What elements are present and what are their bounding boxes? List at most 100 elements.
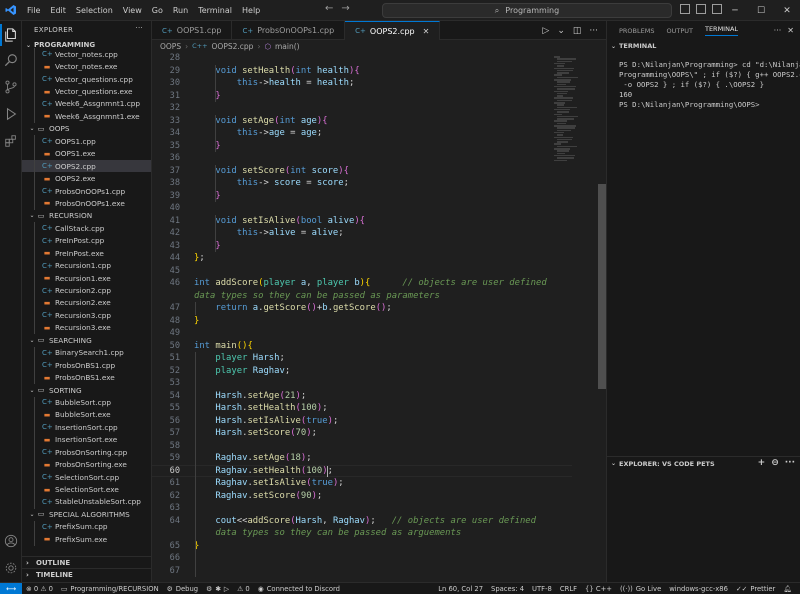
code-line[interactable]: player Harsh; — [194, 352, 284, 365]
file-item[interactable]: C+ OOPS1.cpp — [22, 135, 151, 147]
file-item[interactable]: C+ ProbsOnSorting.cpp — [22, 446, 151, 458]
manage-gear-icon[interactable] — [3, 560, 19, 576]
terminal-output[interactable]: PS D:\Nilanjan\Programming> cd "d:\Nilan… — [619, 60, 800, 110]
code-line[interactable]: Raghav.setHealth(100); — [194, 465, 333, 478]
toggle-sidebar-icon[interactable] — [680, 4, 690, 14]
folder-item[interactable]: ⌄ ▭ SPECIAL ALGORITHMS — [22, 508, 151, 520]
close-tab-icon[interactable]: ✕ — [423, 27, 430, 36]
problems-status[interactable]: ⊗ 0 ⚠ 0 — [22, 585, 57, 593]
folder-item[interactable]: ⌄ ▭ RECURSION — [22, 210, 151, 222]
debug-status[interactable]: ⚙ Debug — [163, 585, 202, 593]
code-line[interactable]: }; — [194, 252, 205, 265]
split-editor-icon[interactable]: ◫ — [573, 26, 582, 36]
code-line[interactable]: } — [194, 190, 220, 203]
indentation[interactable]: Spaces: 4 — [487, 585, 528, 593]
file-item[interactable]: C+ OOPS2.cpp — [22, 159, 151, 173]
tab-oops1-cpp[interactable]: C+ OOPS1.cpp — [152, 21, 233, 40]
folder-item[interactable]: ⌄ ▭ SORTING — [22, 384, 151, 396]
menu-item-run[interactable]: Run — [168, 0, 193, 21]
back-arrow-icon[interactable]: ← — [325, 3, 333, 14]
prettier-status[interactable]: ✓✓ Prettier — [732, 585, 779, 593]
code-line[interactable]: data types so they can be passed as argu… — [194, 527, 461, 540]
customize-layout-icon[interactable] — [712, 4, 722, 14]
command-center-search[interactable]: ⌕ Programming — [382, 3, 672, 18]
code-line[interactable]: Harsh.setScore(70); — [194, 427, 317, 440]
discord-status[interactable]: ◉ Connected to Discord — [254, 585, 344, 593]
file-item[interactable]: ▬ Recursion2.exe — [22, 297, 151, 309]
run-debug-icon[interactable] — [3, 106, 19, 122]
extensions-icon[interactable] — [3, 133, 19, 149]
code-line[interactable]: Harsh.setIsAlive(true); — [194, 415, 338, 428]
add-pet-icon[interactable]: + — [758, 458, 766, 468]
file-item[interactable]: C+ ProbsOnOOPs1.cpp — [22, 185, 151, 197]
tab-terminal[interactable]: TERMINAL — [704, 25, 739, 36]
tab-problems[interactable]: PROBLEMS — [619, 27, 654, 35]
build-status[interactable]: ⚙ ✱ ▷ — [202, 585, 233, 593]
timeline-section[interactable]: › TIMELINE — [22, 568, 151, 580]
forward-arrow-icon[interactable]: → — [341, 3, 349, 14]
go-live-button[interactable]: ((·)) Go Live — [616, 585, 665, 593]
explorer-icon[interactable] — [3, 27, 19, 43]
file-item[interactable]: C+ Week6_Assgnmnt1.cpp — [22, 98, 151, 110]
tab-probsonoops1-cpp[interactable]: C+ ProbsOnOOPs1.cpp — [232, 21, 346, 40]
outline-section[interactable]: › OUTLINE — [22, 556, 151, 568]
code-line[interactable]: Raghav.setAge(18); — [194, 452, 311, 465]
code-editor[interactable]: 28 29 30 31 32 33 34 35 36 37 38 39 40 41 42 43 44 45 46 47… — [152, 52, 606, 582]
code-line[interactable]: } — [194, 90, 220, 103]
file-item[interactable]: ▬ OOPS1.exe — [22, 148, 151, 160]
file-item[interactable]: ▬ Vector_notes.exe — [22, 60, 151, 72]
close-panel-icon[interactable]: ✕ — [787, 26, 794, 35]
file-item[interactable]: C+ Recursion2.cpp — [22, 284, 151, 296]
remote-indicator-icon[interactable]: ⟷ — [0, 582, 22, 594]
menu-item-view[interactable]: View — [118, 0, 147, 21]
terminal-section-header[interactable]: ⌄ TERMINAL — [607, 40, 800, 52]
account-icon[interactable] — [3, 533, 19, 549]
language-mode[interactable]: {} C++ — [581, 585, 616, 593]
code-line[interactable]: return a.getScore()+b.getScore(); — [194, 302, 391, 315]
minimap[interactable] — [554, 52, 594, 582]
file-item[interactable]: C+ Recursion1.cpp — [22, 259, 151, 271]
folder-item[interactable]: ⌄ ▭ OOPS — [22, 123, 151, 135]
more-actions-icon[interactable]: ··· — [589, 26, 598, 36]
breadcrumb-file[interactable]: OOPS2.cpp — [212, 42, 254, 51]
editor-scrollbar-thumb[interactable] — [598, 184, 606, 389]
code-line[interactable]: this-> score = score; — [194, 177, 349, 190]
more-actions-icon[interactable]: ··· — [774, 26, 782, 35]
run-dropdown-icon[interactable]: ⌄ — [557, 26, 565, 36]
close-window-icon[interactable]: ✕ — [774, 0, 800, 21]
encoding[interactable]: UTF-8 — [528, 585, 556, 593]
pets-section-header[interactable]: ⌄ EXPLORER: VS CODE PETS + ⊖ ··· — [607, 456, 800, 470]
code-line[interactable]: Raghav.setIsAlive(true); — [194, 477, 343, 490]
code-line[interactable]: player Raghav; — [194, 365, 290, 378]
file-item[interactable]: C+ PrefixSum.cpp — [22, 521, 151, 533]
file-item[interactable]: C+ Vector_notes.cpp — [22, 48, 151, 60]
code-line[interactable]: Harsh.setAge(21); — [194, 390, 306, 403]
menu-item-terminal[interactable]: Terminal — [193, 0, 237, 21]
code-line[interactable]: void setIsAlive(bool alive){ — [194, 215, 365, 228]
menu-item-file[interactable]: File — [22, 0, 45, 21]
file-item[interactable]: ▬ Week6_Assgnmnt1.exe — [22, 110, 151, 122]
file-item[interactable]: ▬ SelectionSort.exe — [22, 483, 151, 495]
toggle-panel-icon[interactable] — [696, 4, 706, 14]
warnings-status[interactable]: ⚠ 0 — [233, 585, 254, 593]
menu-item-go[interactable]: Go — [147, 0, 168, 21]
code-line[interactable]: this->age = age; — [194, 127, 323, 140]
tab-oops2-cpp[interactable]: C+ OOPS2.cpp ✕ — [345, 21, 441, 40]
file-item[interactable]: ▬ ProbsOnBS1.exe — [22, 371, 151, 383]
code-line[interactable]: this->health = health; — [194, 77, 355, 90]
file-item[interactable]: C+ PreInPost.cpp — [22, 235, 151, 247]
menu-item-edit[interactable]: Edit — [45, 0, 71, 21]
file-item[interactable]: ▬ InsertionSort.exe — [22, 434, 151, 446]
code-line[interactable]: void setScore(int score){ — [194, 165, 349, 178]
file-item[interactable]: C+ BubbleSort.cpp — [22, 396, 151, 408]
breadcrumb-symbol[interactable]: main() — [275, 42, 300, 51]
code-line[interactable]: Raghav.setScore(90); — [194, 490, 322, 503]
line-endings[interactable]: CRLF — [556, 585, 581, 593]
code-line[interactable]: data types so they can be passed as para… — [194, 290, 440, 303]
notifications-icon[interactable]: 🔔︎ — [779, 585, 796, 593]
menu-item-selection[interactable]: Selection — [71, 0, 118, 21]
compiler-config[interactable]: windows-gcc-x86 — [665, 585, 732, 593]
file-item[interactable]: ▬ Vector_questions.exe — [22, 85, 151, 97]
more-actions-icon[interactable]: ··· — [785, 458, 795, 468]
code-line[interactable]: } — [194, 140, 220, 153]
